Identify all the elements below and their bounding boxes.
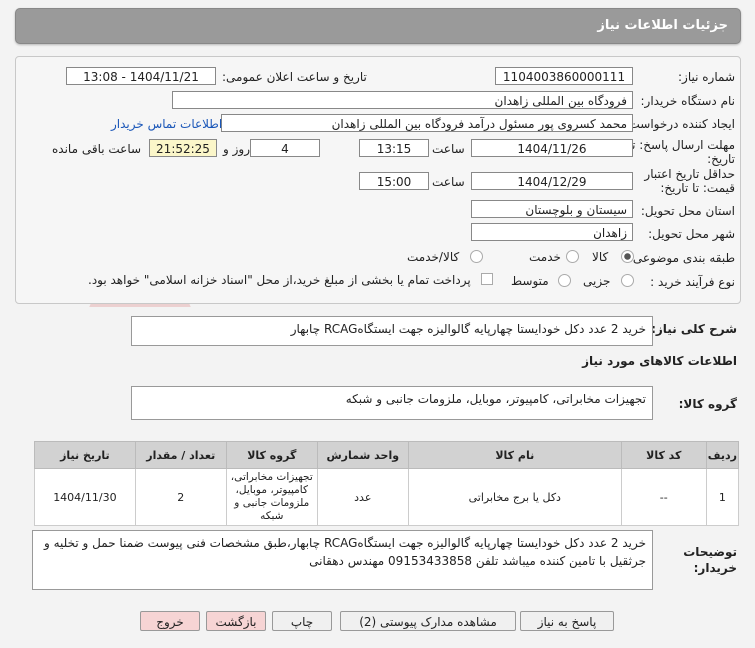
process-radio-minor[interactable]	[621, 274, 634, 287]
goods-group-label: گروه کالا:	[678, 397, 737, 411]
validity-time-label: ساعت	[432, 175, 465, 189]
cell-name: دکل یا برج مخابراتی	[407, 468, 622, 526]
need-number-field: 1104003860000111	[495, 67, 633, 85]
need-summary-field: خرید 2 عدد دکل خودایستا چهارپایه گالوالی…	[131, 316, 653, 346]
deadline-date-field: 1404/11/26	[471, 139, 633, 157]
creator-field: محمد کسروی پور مسئول درآمد فرودگاه بین ا…	[221, 114, 633, 132]
category-radio-goods-service[interactable]	[470, 250, 483, 263]
cell-row: 1	[705, 468, 740, 526]
need-summary-label: شرح کلی نیاز:	[651, 322, 737, 336]
creator-label: ایجاد کننده درخواست:	[624, 117, 735, 131]
view-attachments-button[interactable]: مشاهده مدارک پیوستی (2)	[340, 611, 516, 631]
buyer-label: نام دستگاه خریدار:	[640, 94, 736, 108]
exit-button[interactable]: خروج	[140, 611, 200, 631]
deadline-time-field: 13:15	[359, 139, 429, 157]
category-option-goods: کالا	[592, 250, 609, 264]
treasury-payment-checkbox[interactable]	[481, 273, 493, 285]
validity-time-field: 15:00	[359, 172, 429, 190]
remaining-time-field: 21:52:25	[149, 139, 217, 157]
th-name: نام کالا	[407, 441, 622, 469]
th-qty: تعداد / مقدار	[134, 441, 227, 469]
process-option-medium: متوسط	[511, 274, 549, 288]
cell-code: --	[620, 468, 707, 526]
goods-table: ردیف کد کالا نام کالا واحد شمارش گروه کا…	[34, 441, 740, 526]
category-radio-goods[interactable]	[621, 250, 634, 263]
cell-date: 1404/11/30	[34, 468, 136, 526]
category-label: طبقه بندی موضوعی:	[628, 251, 735, 265]
province-label: استان محل تحویل:	[640, 204, 735, 218]
announce-label: تاریخ و ساعت اعلان عمومی:	[222, 70, 367, 84]
city-field: زاهدان	[471, 223, 633, 241]
deadline-time-label: ساعت	[432, 142, 465, 156]
reply-button[interactable]: پاسخ به نیاز	[520, 611, 614, 631]
goods-group-field: تجهیزات مخابراتی، کامپیوتر، موبایل، ملزو…	[131, 386, 653, 420]
days-label: روز و	[223, 142, 250, 156]
deadline-label: مهلت ارسال پاسخ: تا	[628, 138, 735, 152]
announce-datetime-field: 1404/11/21 - 13:08	[66, 67, 216, 85]
th-unit: واحد شمارش	[316, 441, 409, 469]
category-option-service: خدمت	[529, 250, 561, 264]
th-row: ردیف	[705, 441, 740, 469]
remaining-time-label: ساعت باقی مانده	[52, 142, 142, 156]
process-label: نوع فرآیند خرید :	[650, 275, 735, 289]
buyer-notes-label-2: خریدار:	[693, 561, 737, 575]
buyer-notes-field: خرید 2 عدد دکل خودایستا چهارپایه گالوالی…	[32, 530, 653, 590]
days-remaining-field: 4	[250, 139, 320, 157]
back-button[interactable]: بازگشت	[206, 611, 266, 631]
th-group: گروه کالا	[225, 441, 318, 469]
buyer-notes-label: توضیحات	[683, 545, 737, 559]
cell-group: تجهیزات مخابراتی، کامپیوتر، موبایل، ملزو…	[225, 468, 318, 526]
cell-unit: عدد	[316, 468, 409, 526]
th-date: تاریخ نیاز	[34, 441, 136, 469]
category-radio-service[interactable]	[566, 250, 579, 263]
need-number-label: شماره نیاز:	[678, 70, 735, 84]
process-option-minor: جزیی	[583, 274, 611, 288]
city-label: شهر محل تحویل:	[648, 227, 735, 241]
goods-info-title: اطلاعات کالاهای مورد نیاز	[582, 354, 737, 368]
deadline-label-date: تاریخ:	[707, 152, 735, 166]
category-option-goods-service: کالا/خدمت	[407, 250, 460, 264]
buyer-field: فرودگاه بین المللی زاهدان	[172, 91, 633, 109]
table-header-row: ردیف کد کالا نام کالا واحد شمارش گروه کا…	[34, 441, 740, 469]
header-bar: جزئیات اطلاعات نیاز	[15, 8, 741, 44]
province-field: سیستان و بلوچستان	[471, 200, 633, 218]
table-row: 1 -- دکل یا برج مخابراتی عدد تجهیزات مخا…	[34, 468, 740, 526]
cell-qty: 2	[134, 468, 227, 526]
validity-date-field: 1404/12/29	[471, 172, 633, 190]
buyer-contact-link[interactable]: اطلاعات تماس خریدار	[111, 117, 222, 131]
validity-label-date: قیمت: تا تاریخ:	[660, 181, 735, 195]
page-title: جزئیات اطلاعات نیاز	[597, 18, 728, 33]
validity-label: حداقل تاریخ اعتبار	[644, 167, 735, 181]
print-button[interactable]: چاپ	[272, 611, 332, 631]
th-code: کد کالا	[620, 441, 707, 469]
treasury-payment-note: پرداخت تمام یا بخشی از مبلغ خرید،از محل …	[88, 273, 471, 287]
process-radio-medium[interactable]	[558, 274, 571, 287]
